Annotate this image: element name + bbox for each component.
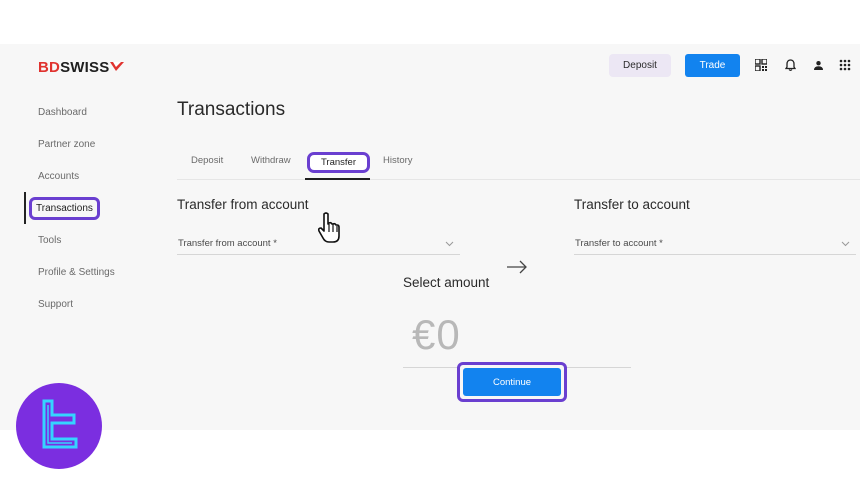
continue-button[interactable]: Continue: [463, 368, 561, 396]
transaction-tabs: Deposit Withdraw Transfer History: [177, 150, 860, 180]
chevron-down-icon: [841, 241, 850, 247]
logo-bd-text: BD: [38, 59, 61, 76]
amount-input[interactable]: €0: [412, 311, 461, 359]
logo-mark-icon: [110, 62, 125, 71]
tab-transfer[interactable]: Transfer: [307, 152, 370, 173]
select-amount-label: Select amount: [403, 275, 490, 290]
transfer-to-select[interactable]: Transfer to account *: [574, 235, 856, 255]
bell-icon[interactable]: [783, 58, 797, 72]
tradingfinder-logo-icon: [42, 399, 78, 449]
watermark-badge: [16, 383, 102, 469]
transfer-to-title: Transfer to account: [574, 197, 690, 212]
sidebar-item-dashboard[interactable]: Dashboard: [24, 96, 144, 128]
tab-deposit[interactable]: Deposit: [191, 155, 223, 166]
sidebar-item-label: Dashboard: [38, 106, 87, 118]
transfer-from-placeholder: Transfer from account *: [178, 238, 277, 249]
bdswiss-logo[interactable]: BD SWISS: [38, 59, 125, 76]
sidebar-item-label: Profile & Settings: [38, 266, 115, 278]
sidebar-item-label: Transactions: [29, 196, 100, 220]
sidebar-item-transactions[interactable]: Transactions: [24, 192, 144, 224]
logo-swiss-text: SWISS: [60, 59, 110, 76]
chevron-down-icon: [445, 241, 454, 247]
sidebar-item-label: Tools: [38, 234, 62, 246]
sidebar-nav: Dashboard Partner zone Accounts Transact…: [24, 96, 144, 320]
arrow-right-icon: [507, 260, 527, 274]
sidebar-item-partner-zone[interactable]: Partner zone: [24, 128, 144, 160]
trade-button[interactable]: Trade: [685, 54, 740, 77]
sidebar-item-support[interactable]: Support: [24, 288, 144, 320]
sidebar-item-label: Support: [38, 298, 74, 310]
sidebar-item-profile-settings[interactable]: Profile & Settings: [24, 256, 144, 288]
app-window: BD SWISS Deposit Trade Dashboard Partner…: [0, 44, 860, 430]
transfer-to-placeholder: Transfer to account *: [575, 238, 663, 249]
sidebar-item-accounts[interactable]: Accounts: [24, 160, 144, 192]
user-icon[interactable]: [811, 58, 825, 72]
sidebar-item-label: Accounts: [38, 170, 80, 182]
sidebar-item-tools[interactable]: Tools: [24, 224, 144, 256]
active-tab-indicator: [305, 178, 370, 180]
transfer-from-title: Transfer from account: [177, 197, 309, 212]
continue-highlight: Continue: [457, 362, 567, 402]
deposit-button[interactable]: Deposit: [609, 54, 671, 77]
page-title: Transactions: [177, 99, 286, 120]
transfer-from-select[interactable]: Transfer from account *: [177, 235, 460, 255]
tab-history[interactable]: History: [383, 155, 413, 166]
tab-withdraw[interactable]: Withdraw: [251, 155, 291, 166]
sidebar-item-label: Partner zone: [38, 138, 96, 150]
qr-code-icon[interactable]: [754, 58, 768, 72]
apps-grid-icon[interactable]: [838, 58, 852, 72]
